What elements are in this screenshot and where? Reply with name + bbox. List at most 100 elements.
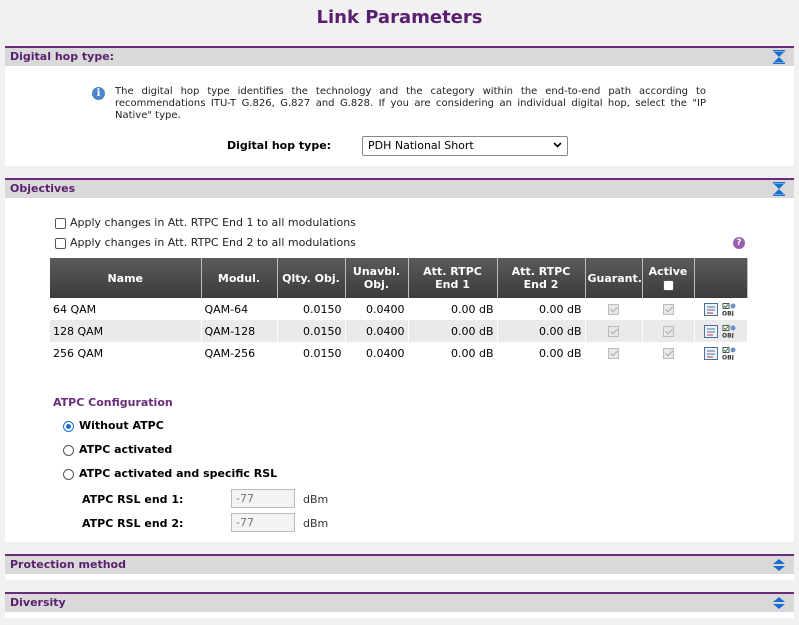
cell-modul: QAM-64 — [201, 298, 278, 320]
radio-label-atpc-activated: ATPC activated — [79, 443, 173, 456]
hop-type-select[interactable]: PDH National Short — [362, 136, 568, 156]
cell-att2: 0.00 dB — [497, 298, 586, 320]
cell-unavbl: 0.0400 — [345, 298, 409, 320]
digital-hop-panel: i The digital hop type identifies the te… — [5, 66, 794, 166]
cell-guarant — [585, 320, 643, 342]
atpc-title: ATPC Configuration — [53, 396, 173, 409]
expand-icon[interactable] — [772, 558, 786, 572]
cell-att1: 0.00 dB — [408, 298, 498, 320]
guarant-checkbox — [608, 326, 619, 337]
col-modul: Modul. — [201, 258, 278, 298]
active-checkbox — [662, 304, 674, 315]
info-icon: i — [92, 87, 105, 100]
col-qlty: Qlty. Obj. — [277, 258, 346, 298]
guarant-checkbox — [608, 348, 619, 359]
cell-name: 64 QAM — [50, 298, 202, 320]
table-header-row: Name Modul. Qlty. Obj. Unavbl. Obj. Att. … — [50, 258, 748, 298]
col-att1-l2: End 1 — [435, 278, 470, 291]
apply-end1-label: Apply changes in Att. RTPC End 1 to all … — [70, 216, 356, 229]
active-checkbox — [662, 348, 674, 359]
col-guarant: Guarant. — [585, 258, 643, 298]
col-actions — [694, 258, 748, 298]
section-header-objectives[interactable]: Objectives — [5, 178, 794, 198]
radio-atpc-activated[interactable] — [63, 445, 74, 456]
cell-active — [642, 320, 695, 342]
col-unavbl-l2: Obj. — [363, 278, 390, 291]
list-edit-icon[interactable] — [704, 302, 718, 316]
table-row[interactable]: 128 QAM QAM-128 0.0150 0.0400 0.00 dB 0.… — [50, 320, 748, 342]
cell-guarant — [585, 342, 643, 364]
rsl-end2-unit: dBm — [303, 517, 329, 530]
cell-qlty: 0.0150 — [277, 320, 346, 342]
page-title: Link Parameters — [316, 7, 483, 28]
rsl-end2-label: ATPC RSL end 2: — [82, 517, 184, 530]
cell-name: 256 QAM — [50, 342, 202, 364]
active-checkbox — [662, 326, 674, 337]
rsl-end1-unit: dBm — [303, 493, 329, 506]
apply-end1-checkbox[interactable] — [55, 218, 66, 229]
col-active: Active — [642, 258, 695, 298]
obj-settings-icon[interactable]: OBJ — [722, 346, 737, 360]
svg-text:OBJ: OBJ — [722, 354, 734, 360]
hop-type-value: PDH National Short — [368, 139, 474, 152]
rsl-end2-input[interactable]: -77 — [231, 513, 295, 532]
svg-text:OBJ: OBJ — [722, 332, 734, 338]
radio-label-without-atpc: Without ATPC — [79, 419, 164, 432]
diversity-panel — [5, 612, 794, 618]
collapse-icon[interactable] — [772, 182, 786, 196]
cell-att2: 0.00 dB — [497, 320, 586, 342]
cell-name: 128 QAM — [50, 320, 202, 342]
list-edit-icon[interactable] — [704, 346, 718, 360]
col-active-label: Active — [648, 265, 688, 278]
radio-without-atpc[interactable] — [63, 421, 74, 432]
cell-active — [642, 298, 695, 320]
cell-modul: QAM-256 — [201, 342, 278, 364]
cell-actions: OBJ — [694, 298, 748, 320]
list-edit-icon[interactable] — [704, 324, 718, 338]
cell-unavbl: 0.0400 — [345, 342, 409, 364]
col-att-end1: Att. RTPC End 1 — [408, 258, 498, 298]
col-att2-l1: Att. RTPC — [511, 265, 571, 278]
col-att-end2: Att. RTPC End 2 — [497, 258, 586, 298]
hop-type-label: Digital hop type: — [227, 139, 332, 152]
rsl-end1-label: ATPC RSL end 1: — [82, 493, 184, 506]
section-label: Protection method — [10, 558, 126, 571]
col-unavbl: Unavbl. Obj. — [345, 258, 409, 298]
cell-actions: OBJ — [694, 320, 748, 342]
section-header-protection[interactable]: Protection method — [5, 554, 794, 574]
cell-actions: OBJ — [694, 342, 748, 364]
radio-atpc-specific-rsl[interactable] — [63, 469, 74, 480]
help-icon[interactable]: ? — [733, 237, 745, 249]
cell-unavbl: 0.0400 — [345, 320, 409, 342]
section-label: Objectives — [10, 182, 76, 195]
cell-qlty: 0.0150 — [277, 298, 346, 320]
section-header-digital-hop[interactable]: Digital hop type: — [5, 46, 794, 66]
cell-modul: QAM-128 — [201, 320, 278, 342]
col-unavbl-l1: Unavbl. — [352, 265, 401, 278]
hop-info-text: The digital hop type identifies the tech… — [115, 86, 706, 121]
section-label: Diversity — [10, 596, 66, 609]
guarant-checkbox — [608, 304, 619, 315]
table-row[interactable]: 256 QAM QAM-256 0.0150 0.0400 0.00 dB 0.… — [50, 342, 748, 364]
section-header-diversity[interactable]: Diversity — [5, 592, 794, 612]
cell-att2: 0.00 dB — [497, 342, 586, 364]
collapse-icon[interactable] — [772, 50, 786, 64]
col-att1-l1: Att. RTPC — [423, 265, 482, 278]
protection-panel — [5, 574, 794, 580]
apply-end2-checkbox[interactable] — [55, 238, 66, 249]
cell-att1: 0.00 dB — [408, 320, 498, 342]
table-row[interactable]: 64 QAM QAM-64 0.0150 0.0400 0.00 dB 0.00… — [50, 298, 748, 320]
expand-icon[interactable] — [772, 596, 786, 610]
cell-active — [642, 342, 695, 364]
rsl-end1-input[interactable]: -77 — [231, 489, 295, 508]
chevron-down-icon — [553, 142, 562, 148]
cell-qlty: 0.0150 — [277, 342, 346, 364]
apply-end2-label: Apply changes in Att. RTPC End 2 to all … — [70, 236, 356, 249]
cell-guarant — [585, 298, 643, 320]
section-label: Digital hop type: — [10, 50, 115, 63]
objectives-table: Name Modul. Qlty. Obj. Unavbl. Obj. Att. … — [50, 258, 748, 364]
obj-settings-icon[interactable]: OBJ — [722, 324, 737, 338]
active-all-checkbox[interactable] — [662, 279, 674, 291]
obj-settings-icon[interactable]: OBJ — [722, 302, 737, 316]
radio-label-atpc-specific-rsl: ATPC activated and specific RSL — [79, 467, 278, 480]
